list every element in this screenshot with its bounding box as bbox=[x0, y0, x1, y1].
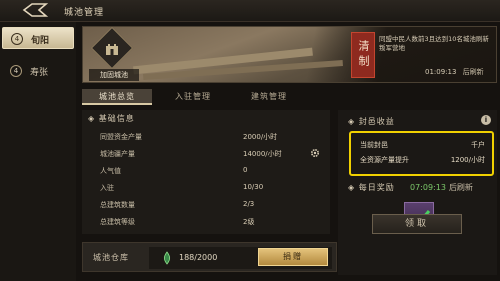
timer-value: 07:09:13 bbox=[410, 183, 446, 192]
fief-value: 千户 bbox=[471, 141, 485, 149]
info-row: 同盟资金产量 2000/小时 bbox=[100, 130, 325, 143]
sidebar-item-shouzhang[interactable]: 4 寿张 bbox=[2, 60, 74, 82]
sidebar-item-xunyang[interactable]: 4 旬阳 bbox=[2, 27, 74, 49]
info-icon[interactable]: i bbox=[481, 115, 491, 125]
basic-info-panel: ◈ 基础信息 同盟资金产量 2000/小时 城池疆产量 14000/小时 人气值… bbox=[82, 110, 330, 234]
timer-label: 后刷新 bbox=[462, 68, 484, 76]
info-row: 入驻 10/30 bbox=[100, 181, 325, 194]
gear-icon[interactable] bbox=[310, 148, 320, 158]
section-title: ◈ 封邑收益 bbox=[348, 117, 395, 126]
info-label: 人气值 bbox=[100, 167, 121, 175]
city-sidebar: 4 旬阳 4 寿张 bbox=[0, 22, 76, 281]
tab-city-overview[interactable]: 城池总览 bbox=[82, 89, 152, 105]
info-label: 城池疆产量 bbox=[100, 150, 135, 158]
castle-icon bbox=[106, 44, 118, 55]
highlight-box bbox=[349, 131, 494, 176]
info-value: 2000/小时 bbox=[243, 133, 278, 141]
donate-button[interactable]: 捐赠 bbox=[258, 248, 328, 266]
timer-label: 后刷新 bbox=[448, 183, 473, 192]
info-row: 总建筑数量 2/3 bbox=[100, 198, 325, 211]
sidebar-item-label: 寿张 bbox=[30, 68, 49, 78]
info-row: 城池疆产量 14000/小时 bbox=[100, 147, 325, 160]
tab-building-management[interactable]: 建筑管理 bbox=[234, 89, 304, 105]
info-label: 总建筑数量 bbox=[100, 201, 135, 209]
section-title: ◈ 基础信息 bbox=[88, 114, 135, 123]
info-value: 14000/小时 bbox=[243, 150, 282, 158]
fief-value: 1200/小时 bbox=[450, 156, 485, 164]
timer-value: 01:09:13 bbox=[425, 68, 457, 76]
resource-icon bbox=[163, 251, 171, 265]
info-label: 入驻 bbox=[100, 184, 114, 192]
fief-label: 当前封邑 bbox=[360, 141, 388, 149]
warehouse-label: 城池仓库 bbox=[93, 253, 129, 262]
reward-timer: 07:09:13 后刷新 bbox=[410, 182, 473, 193]
info-row: 人气值 0 bbox=[100, 164, 325, 177]
fief-label: 全资源产量提升 bbox=[360, 156, 409, 164]
city-banner: 加固城池 清制 同盟中民人数前3且达到10名城池刷新叛军营地 01:09:13 … bbox=[82, 26, 497, 83]
info-row: 总建筑等级 2级 bbox=[100, 215, 325, 228]
fortify-city-label[interactable]: 加固城池 bbox=[89, 69, 139, 81]
claim-button[interactable]: 领取 bbox=[372, 214, 462, 234]
info-value: 2级 bbox=[243, 218, 255, 226]
banner-message: 同盟中民人数前3且达到10名城池刷新叛军营地 bbox=[379, 35, 489, 52]
city-level-badge: 4 bbox=[11, 33, 23, 45]
warehouse-value: 188/2000 bbox=[179, 253, 218, 262]
tab-garrison-management[interactable]: 入驻管理 bbox=[158, 89, 228, 105]
fief-panel: ◈ 封邑收益 i 当前封邑 千户 全资源产量提升 1200/小时 ◈ 每日奖励 … bbox=[338, 110, 497, 275]
info-value: 2/3 bbox=[243, 200, 255, 208]
section-title: ◈ 每日奖励 bbox=[348, 183, 395, 192]
info-label: 总建筑等级 bbox=[100, 218, 135, 226]
page-title: 城池管理 bbox=[64, 8, 105, 18]
seal-stamp: 清制 bbox=[351, 32, 375, 78]
back-arrow-icon[interactable] bbox=[22, 3, 50, 18]
top-bar: 城池管理 bbox=[0, 0, 500, 22]
tab-bar: 城池总览 入驻管理 建筑管理 bbox=[82, 89, 332, 105]
info-value: 0 bbox=[243, 166, 248, 174]
info-label: 同盟资金产量 bbox=[100, 133, 142, 141]
sidebar-item-label: 旬阳 bbox=[31, 36, 50, 46]
banner-refresh-timer: 01:09:13 后刷新 bbox=[425, 67, 484, 77]
city-level-badge: 4 bbox=[10, 65, 22, 77]
info-value: 10/30 bbox=[243, 183, 264, 191]
